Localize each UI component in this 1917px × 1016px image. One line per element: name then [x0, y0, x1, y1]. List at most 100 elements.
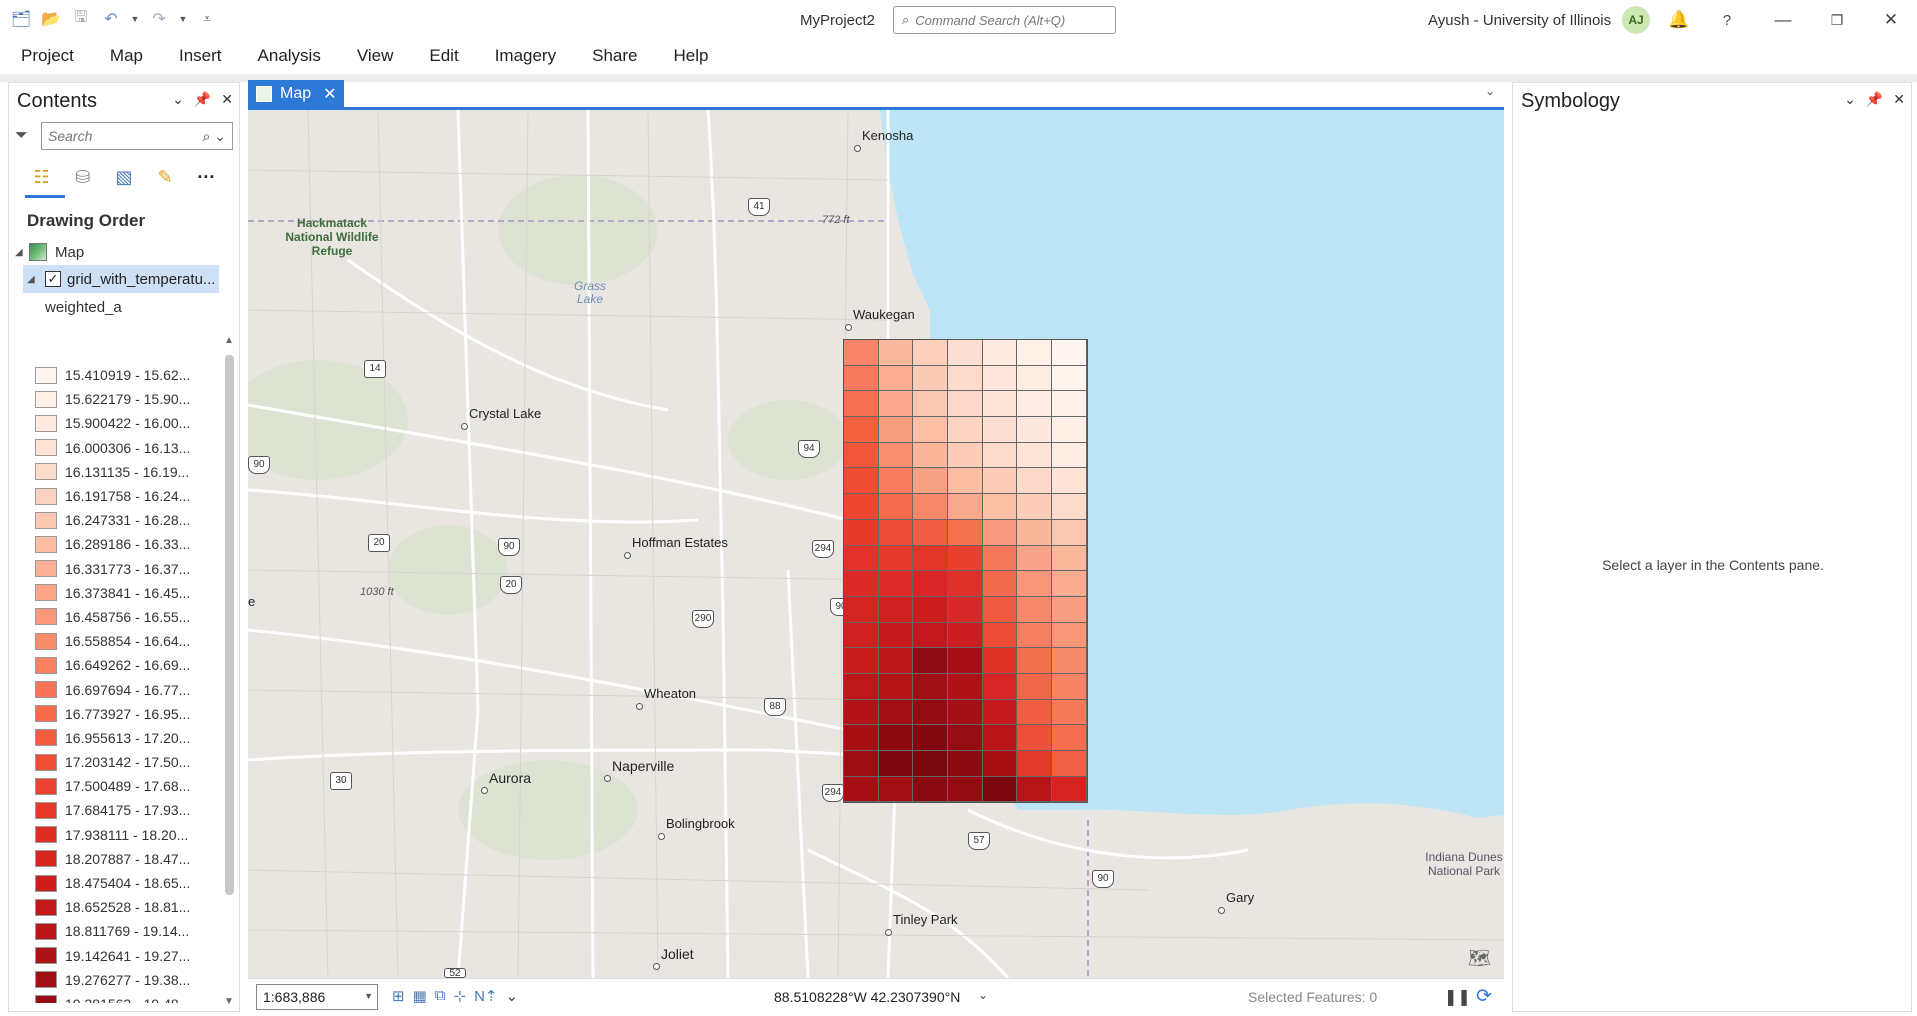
grid-cell[interactable] — [1017, 391, 1053, 418]
grid-cell[interactable] — [878, 725, 914, 751]
grid-cell[interactable] — [844, 725, 879, 751]
collapse-triangle-icon[interactable]: ◢ — [15, 247, 29, 258]
grid-cell[interactable] — [982, 648, 1018, 674]
grid-cell[interactable] — [878, 673, 914, 700]
grid-cell[interactable] — [948, 494, 983, 520]
legend-class-row[interactable]: 16.558854 - 16.64... — [35, 629, 195, 653]
grid-cell[interactable] — [982, 545, 1018, 572]
grid-cell[interactable] — [1017, 673, 1053, 700]
legend-class-row[interactable]: 15.900422 - 16.00... — [35, 411, 195, 435]
legend-class-row[interactable]: 16.773927 - 16.95... — [35, 702, 195, 726]
restore-button[interactable]: ❐ — [1822, 6, 1852, 34]
menu-help[interactable]: Help — [662, 40, 719, 72]
contents-search-input[interactable]: Search ⌕ ⌄ — [41, 122, 233, 150]
legend-class-row[interactable]: 18.652528 - 18.81... — [35, 895, 195, 919]
legend-swatch[interactable] — [35, 850, 57, 868]
grid-cell[interactable] — [1052, 442, 1087, 469]
grid-cell[interactable] — [878, 545, 914, 572]
close-window-button[interactable]: ✕ — [1876, 6, 1906, 34]
grid-cell[interactable] — [1017, 442, 1053, 469]
legend-class-row[interactable]: 16.247331 - 16.28... — [35, 508, 195, 532]
grid-cell[interactable] — [844, 340, 879, 366]
avatar[interactable]: AJ — [1622, 6, 1650, 34]
grid-cell[interactable] — [844, 776, 879, 803]
grid-cell[interactable] — [982, 699, 1018, 726]
pin-icon[interactable]: 📌 — [1866, 91, 1883, 108]
grid-cell[interactable] — [1052, 776, 1087, 803]
grid-cell[interactable] — [844, 673, 879, 700]
grid-cell[interactable] — [982, 391, 1018, 418]
menu-analysis[interactable]: Analysis — [247, 40, 332, 72]
pane-options-chevron-icon[interactable]: ⌄ — [172, 91, 184, 108]
legend-class-row[interactable]: 19.142641 - 19.27... — [35, 944, 195, 968]
command-search-input[interactable]: ⌕ Command Search (Alt+Q) — [893, 6, 1116, 34]
legend-class-row[interactable]: 17.938111 - 18.20... — [35, 823, 195, 847]
legend-swatch[interactable] — [35, 681, 57, 699]
grid-cell[interactable] — [982, 725, 1018, 751]
grid-cell[interactable] — [1017, 365, 1053, 392]
grid-cell[interactable] — [844, 519, 879, 546]
grid-cell[interactable] — [913, 622, 949, 649]
close-pane-icon[interactable]: ✕ — [1893, 91, 1905, 108]
grid-cell[interactable] — [913, 545, 949, 572]
grid-cell[interactable] — [913, 391, 949, 418]
grid-cell[interactable] — [844, 699, 879, 726]
grid-cell[interactable] — [1017, 340, 1053, 366]
grid-cell[interactable] — [913, 442, 949, 469]
north-arrow-icon[interactable]: N⇡ — [474, 987, 497, 1005]
grid-cell[interactable] — [913, 365, 949, 392]
grid-icon[interactable]: ▦ — [413, 987, 427, 1005]
grid-cell[interactable] — [844, 442, 879, 469]
grid-cell[interactable] — [1052, 571, 1087, 597]
grid-cell[interactable] — [948, 596, 983, 623]
user-name[interactable]: Ayush - University of Illinois — [1428, 12, 1611, 29]
legend-swatch[interactable] — [35, 487, 57, 505]
map-tree-node[interactable]: ◢ Map — [9, 239, 239, 265]
legend-class-row[interactable]: 17.203142 - 17.50... — [35, 750, 195, 774]
legend-class-row[interactable]: 16.955613 - 17.20... — [35, 726, 195, 750]
grid-cell[interactable] — [948, 545, 983, 572]
legend-swatch[interactable] — [35, 560, 57, 578]
undo-icon[interactable]: ↶ — [100, 8, 122, 30]
grid-cell[interactable] — [1017, 776, 1053, 803]
menu-view[interactable]: View — [346, 40, 405, 72]
grid-cell[interactable] — [982, 751, 1018, 777]
snapping-icon[interactable]: ⧉ — [435, 987, 446, 1005]
map-canvas[interactable]: Kenosha Waukegan Crystal Lake Hoffman Es… — [248, 110, 1504, 978]
legend-class-row[interactable]: 15.410919 - 15.62... — [35, 363, 195, 387]
grid-cell[interactable] — [1017, 699, 1053, 726]
grid-cell[interactable] — [878, 751, 914, 777]
pause-drawing-button[interactable]: ❚❚ — [1444, 987, 1471, 1007]
grid-cell[interactable] — [1017, 648, 1053, 674]
menu-insert[interactable]: Insert — [168, 40, 233, 72]
menu-map[interactable]: Map — [99, 40, 154, 72]
constraints-icon[interactable]: ⊹ — [453, 987, 466, 1005]
list-by-data-source-icon[interactable]: ⛁ — [70, 164, 95, 190]
grid-cell[interactable] — [982, 468, 1018, 495]
grid-cell[interactable] — [878, 417, 914, 443]
grid-cell[interactable] — [1052, 365, 1087, 392]
grid-cell[interactable] — [1052, 340, 1087, 366]
legend-class-row[interactable]: 16.697694 - 16.77... — [35, 677, 195, 701]
pane-options-chevron-icon[interactable]: ⌄ — [1844, 91, 1856, 108]
legend-class-row[interactable]: 18.475404 - 18.65... — [35, 871, 195, 895]
tab-map[interactable]: Map ✕ — [248, 80, 344, 108]
legend-swatch[interactable] — [35, 414, 57, 432]
legend-swatch[interactable] — [35, 922, 57, 940]
layer-grid-with-temperature[interactable]: ◢ ✓ grid_with_temperatu... — [23, 265, 219, 293]
grid-cell[interactable] — [878, 596, 914, 623]
more-options-icon[interactable]: ··· — [194, 164, 219, 190]
grid-cell[interactable] — [1052, 673, 1087, 700]
legend-class-row[interactable]: 16.000306 - 16.13... — [35, 436, 195, 460]
grid-cell[interactable] — [844, 751, 879, 777]
menu-share[interactable]: Share — [581, 40, 648, 72]
grid-cell[interactable] — [844, 417, 879, 443]
legend-swatch[interactable] — [35, 705, 57, 723]
refresh-icon[interactable]: ⟳ — [1476, 985, 1492, 1008]
grid-cell[interactable] — [844, 571, 879, 597]
grid-cell[interactable] — [844, 622, 879, 649]
coordinate-format-chevron-icon[interactable]: ⌄ — [978, 988, 988, 1002]
grid-cell[interactable] — [913, 725, 949, 751]
grid-cell[interactable] — [1052, 468, 1087, 495]
grid-cell[interactable] — [1017, 417, 1053, 443]
